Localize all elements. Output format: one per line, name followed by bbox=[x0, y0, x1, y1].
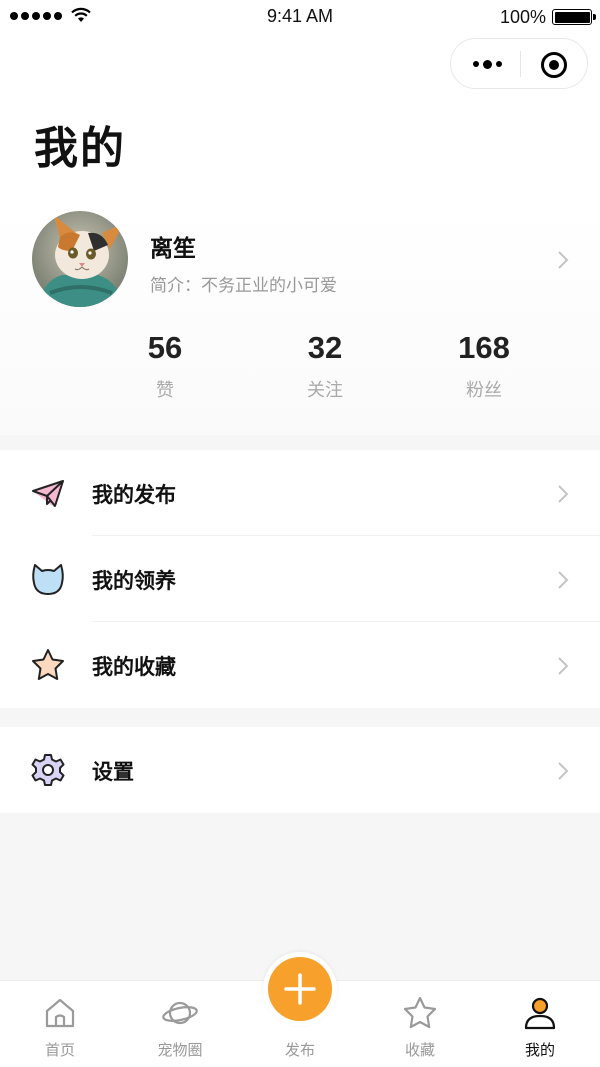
tab-mine[interactable]: 我的 bbox=[480, 981, 600, 1067]
star-icon bbox=[403, 996, 437, 1029]
plus-icon bbox=[284, 973, 316, 1005]
user-icon bbox=[524, 997, 556, 1030]
close-miniprogram-icon[interactable] bbox=[539, 50, 569, 80]
chevron-right-icon bbox=[558, 571, 569, 589]
tab-label: 发布 bbox=[284, 1041, 315, 1059]
chevron-right-icon bbox=[558, 485, 569, 503]
stat-value: 32 bbox=[307, 330, 343, 365]
tab-pet-circle[interactable]: 宠物圈 bbox=[120, 981, 240, 1067]
menu-item-label: 我的发布 bbox=[92, 483, 176, 507]
menu-item-my-posts[interactable]: 我的发布 bbox=[0, 450, 600, 536]
tab-label: 宠物圈 bbox=[157, 1041, 203, 1059]
stat-label: 关注 bbox=[307, 380, 343, 401]
stat-value: 56 bbox=[147, 330, 183, 365]
menu-item-my-favorites[interactable]: 我的收藏 bbox=[0, 622, 600, 708]
avatar[interactable] bbox=[32, 211, 128, 307]
username: 离笙 bbox=[150, 236, 196, 262]
publish-button[interactable] bbox=[263, 952, 337, 1026]
cat-head-icon bbox=[32, 564, 64, 595]
stat-label: 粉丝 bbox=[466, 380, 502, 401]
miniprogram-capsule bbox=[450, 38, 588, 89]
tab-home[interactable]: 首页 bbox=[0, 981, 120, 1067]
cat-photo-icon bbox=[32, 211, 128, 307]
chevron-right-icon bbox=[558, 657, 569, 675]
menu-card: 我的发布 我的领养 我的收藏 bbox=[0, 450, 600, 708]
battery-percent: 100% bbox=[499, 7, 546, 27]
profile-card[interactable]: 离笙 简介：不务正业的小可爱 56 赞 32 关注 168 粉丝 bbox=[0, 205, 600, 435]
tab-label: 收藏 bbox=[404, 1041, 435, 1059]
planet-icon bbox=[162, 1001, 198, 1025]
more-options-icon[interactable] bbox=[471, 49, 503, 79]
settings-card: 设置 bbox=[0, 727, 600, 813]
stat-value: 168 bbox=[458, 330, 510, 365]
stat-followers[interactable]: 168 粉丝 bbox=[424, 330, 544, 402]
home-icon bbox=[45, 998, 75, 1028]
star-icon bbox=[32, 649, 64, 680]
user-bio: 简介：不务正业的小可爱 bbox=[150, 276, 337, 296]
stat-label: 赞 bbox=[156, 380, 174, 401]
menu-item-my-adoptions[interactable]: 我的领养 bbox=[0, 536, 600, 622]
gear-icon bbox=[31, 754, 65, 786]
capsule-divider bbox=[520, 51, 521, 77]
menu-item-label: 设置 bbox=[92, 760, 134, 784]
tab-favorites[interactable]: 收藏 bbox=[360, 981, 480, 1067]
tab-label: 首页 bbox=[44, 1041, 75, 1059]
menu-item-label: 我的领养 bbox=[92, 569, 176, 593]
tab-label: 我的 bbox=[524, 1041, 555, 1059]
status-bar: 9:41 AM 100% bbox=[0, 0, 600, 34]
stat-following[interactable]: 32 关注 bbox=[265, 330, 385, 402]
paper-plane-icon bbox=[32, 480, 64, 507]
page-title: 我的 bbox=[34, 123, 126, 174]
menu-item-label: 我的收藏 bbox=[92, 655, 176, 679]
chevron-right-icon bbox=[558, 762, 569, 780]
chevron-right-icon bbox=[558, 251, 569, 269]
stat-likes[interactable]: 56 赞 bbox=[105, 330, 225, 402]
battery-icon bbox=[552, 9, 596, 25]
menu-item-settings[interactable]: 设置 bbox=[0, 727, 600, 813]
